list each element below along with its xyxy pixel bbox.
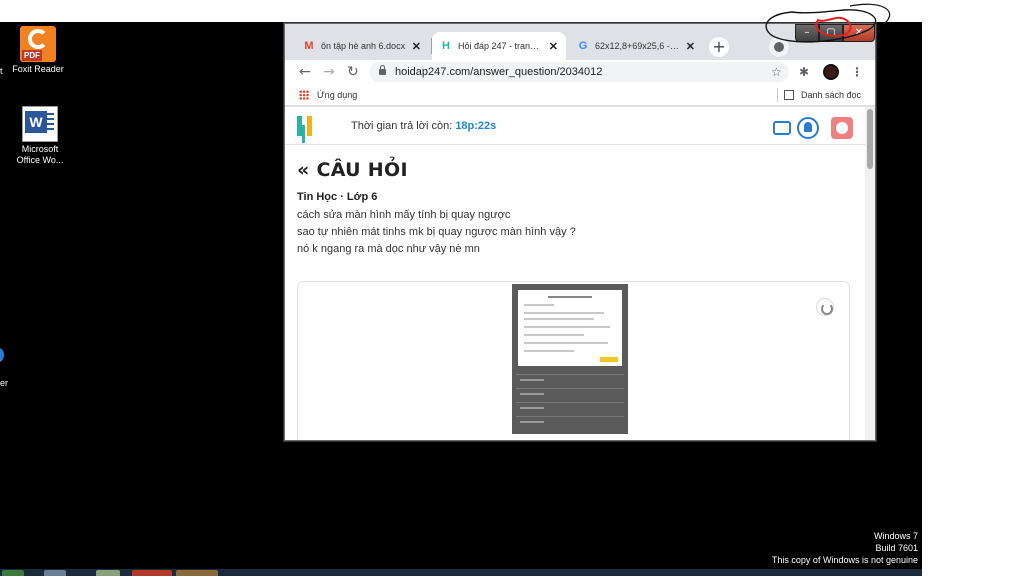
tab-label: Hỏi đáp 247 - trang trả — [458, 41, 543, 51]
bookmark-separator — [777, 88, 778, 102]
cut-off-icon-label: t — [0, 66, 3, 76]
taskbar-app-button[interactable] — [176, 570, 218, 576]
browser-toolbar: ← → ↻ hoidap247.com/answer_question/2034… — [285, 60, 875, 84]
question-image[interactable] — [512, 284, 628, 434]
page-scrollbar[interactable] — [865, 107, 875, 440]
apps-grid-icon[interactable] — [299, 90, 309, 100]
tab-search-icon[interactable] — [769, 37, 789, 57]
image-dialog — [518, 290, 622, 366]
gmail-icon: M — [304, 40, 314, 52]
word-icon — [22, 106, 58, 142]
hoidap-icon: H — [442, 40, 450, 52]
chrome-window: M ôn tập hè anh 6.docx ✕ H Hỏi đáp 247 -… — [284, 23, 876, 441]
reading-list-button[interactable]: Danh sách đọc — [801, 90, 861, 100]
close-window-button[interactable]: ✕ — [843, 24, 875, 42]
taskbar — [0, 569, 922, 576]
google-icon: G — [578, 40, 588, 52]
windows-watermark: Windows 7 Build 7601 This copy of Window… — [772, 530, 918, 566]
start-button[interactable] — [2, 570, 24, 576]
scrollbar-thumb[interactable] — [867, 109, 873, 169]
question-subject: Tin Học · Lớp 6 — [297, 191, 378, 203]
timer-value: 18p:22s — [455, 120, 497, 132]
watermark-line: This copy of Windows is not genuine — [771, 555, 918, 565]
close-icon[interactable]: ✕ — [549, 40, 558, 53]
close-icon[interactable]: ✕ — [686, 40, 695, 53]
chat-icon[interactable] — [771, 117, 793, 139]
bookmark-apps[interactable]: Ứng dụng — [317, 90, 357, 100]
site-header: Thời gian trả lời còn: 18p:22s — [285, 107, 865, 145]
menu-dots-icon[interactable]: ⋮ — [851, 64, 863, 80]
taskbar-app-button[interactable] — [44, 570, 66, 576]
hoidap247-logo[interactable] — [297, 116, 313, 136]
address-bar[interactable]: hoidap247.com/answer_question/2034012 — [369, 62, 789, 82]
new-tab-button[interactable]: + — [709, 37, 729, 57]
minimize-button[interactable]: – — [795, 24, 819, 42]
puzzle-icon[interactable]: ✱ — [799, 64, 809, 80]
reload-icon[interactable]: ↻ — [347, 63, 359, 81]
maximize-button[interactable]: ▢ — [819, 24, 843, 42]
screen-margin — [922, 0, 1024, 576]
page-content: Thời gian trả lời còn: 18p:22s « CÂU HỎI… — [285, 107, 875, 440]
url-text: hoidap247.com/answer_question/2034012 — [395, 66, 603, 78]
bell-icon[interactable] — [797, 117, 819, 139]
taskbar-app-button[interactable] — [96, 570, 120, 576]
window-controls: – ▢ ✕ — [795, 24, 875, 42]
cut-off-desktop-icon[interactable] — [0, 348, 4, 362]
desktop-icon-label: Office Wo... — [16, 155, 64, 165]
close-icon[interactable]: ✕ — [412, 40, 421, 53]
question-image-card — [297, 281, 850, 440]
forward-arrow-icon[interactable]: → — [323, 63, 335, 81]
lock-icon — [379, 65, 386, 75]
cut-off-icon-label: er — [0, 378, 9, 388]
back-arrow-icon[interactable]: ← — [299, 63, 311, 81]
tab-google[interactable]: G 62x12,8+69x25,6 - Tìm ✕ — [569, 32, 703, 60]
profile-avatar[interactable] — [823, 64, 839, 80]
bookmarks-bar: Ứng dụng Danh sách đọc — [285, 84, 875, 106]
watermark-line: Windows 7 — [873, 531, 918, 541]
watermark-line: Build 7601 — [875, 543, 918, 553]
question-text: cách sửa màn hình mấy tính bị quay ngược — [297, 209, 511, 221]
tab-label: ôn tập hè anh 6.docx — [321, 41, 406, 51]
foxit-reader-icon — [20, 26, 56, 62]
desktop-icon-microsoft-word[interactable]: Microsoft Office Wo... — [0, 106, 80, 166]
desktop-icon-foxit-reader[interactable]: Foxit Reader — [0, 26, 78, 75]
user-avatar[interactable] — [831, 117, 853, 139]
tab-strip: M ôn tập hè anh 6.docx ✕ H Hỏi đáp 247 -… — [285, 24, 875, 60]
desktop-icon-label: Microsoft — [21, 144, 59, 154]
page-title[interactable]: « CÂU HỎI — [297, 159, 408, 181]
star-icon[interactable]: ☆ — [771, 64, 782, 80]
taskbar-chrome-button[interactable] — [132, 570, 172, 576]
answer-timer: Thời gian trả lời còn: 18p:22s — [351, 120, 496, 132]
question-text: sao tự nhiên mát tinhs mk bị quay ngược … — [297, 226, 576, 238]
question-text: nó k ngang ra mà dọc như vậy nè mn — [297, 243, 480, 255]
tab-hoidap[interactable]: H Hỏi đáp 247 - trang trả ✕ — [432, 32, 566, 60]
desktop-icon-label: Foxit Reader — [12, 64, 64, 74]
rotate-icon[interactable] — [816, 298, 834, 316]
reading-list-icon[interactable] — [784, 90, 794, 100]
timer-label: Thời gian trả lời còn: — [351, 120, 453, 132]
tab-label: 62x12,8+69x25,6 - Tìm — [595, 41, 680, 51]
tab-gmail[interactable]: M ôn tập hè anh 6.docx ✕ — [295, 32, 429, 60]
